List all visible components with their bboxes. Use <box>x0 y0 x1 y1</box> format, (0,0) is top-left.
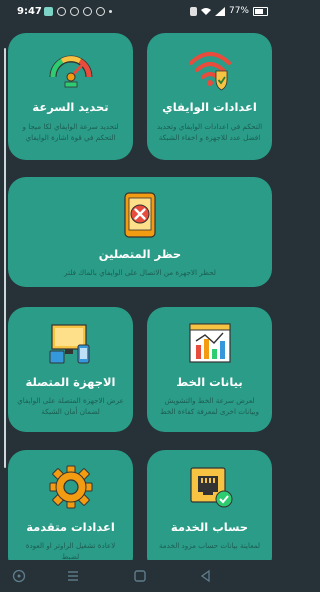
ethernet-port-icon <box>187 464 235 514</box>
notification-icons <box>44 7 112 16</box>
advanced-settings-card[interactable]: اعدادات متقدمة لاعادة تشغيل الراوتر او ا… <box>8 450 133 575</box>
service-account-card[interactable]: حساب الخدمة لمعاينة بيانات حساب مزود الخ… <box>147 450 272 575</box>
card-title: بيانات الخط <box>176 375 243 389</box>
sync-icon <box>83 7 92 16</box>
system-icons: 77% <box>189 6 268 16</box>
card-title: حساب الخدمة <box>170 520 249 534</box>
card-title: اعدادات الوايفاي <box>162 100 257 114</box>
recent-apps-button[interactable] <box>66 569 80 583</box>
gear-icon <box>48 464 94 514</box>
connected-devices-card[interactable]: الاجهزة المتصلة عرض الاجهزة المتصلة على … <box>8 307 133 432</box>
card-description: التحكم في اعدادات الوايفاي وتحديد افضل ع… <box>156 122 263 142</box>
block-users-card[interactable]: حظر المتصلين لحظر الاجهزة من الاتصال على… <box>8 177 272 287</box>
status-time: 9:47 <box>17 6 42 17</box>
card-description: لحظر الاجهزة من الاتصال على الوايفاي بال… <box>64 268 216 277</box>
whatsapp-icon <box>57 7 66 16</box>
wifi-shield-icon <box>187 47 233 95</box>
more-notifications-dot <box>109 10 112 13</box>
card-title: تحديد السرعة <box>32 100 109 114</box>
line-chart-icon <box>187 321 233 371</box>
line-data-card[interactable]: بيانات الخط لعرض سرعة الخط والتشويش وبيا… <box>147 307 272 432</box>
status-bar: 9:47 77% <box>0 0 280 26</box>
card-title: اعدادات متقدمة <box>26 520 115 534</box>
battery-percent: 77% <box>228 6 249 16</box>
speed-limit-card[interactable]: تحديد السرعة لتحديد سرعة الوايفاي لكا مي… <box>8 33 133 160</box>
card-description: لمعاينة بيانات حساب مزود الخدمة <box>158 541 261 550</box>
person-icon <box>70 7 79 16</box>
wifi-settings-card[interactable]: اعدادات الوايفاي التحكم في اعدادات الواي… <box>147 33 272 160</box>
battery-icon <box>253 6 268 16</box>
app-notification-icon <box>44 7 53 16</box>
card-title: حظر المتصلين <box>98 247 182 261</box>
signal-icon <box>214 6 225 16</box>
messenger-icon <box>96 7 105 16</box>
home-button[interactable] <box>133 569 147 583</box>
phone-block-icon <box>120 191 160 243</box>
devices-icon <box>48 321 94 371</box>
card-description: عرض الاجهزة المتصلة على الوايفاي لضمان أ… <box>17 396 124 416</box>
scrollbar[interactable] <box>4 48 6 468</box>
card-description: لعرض سرعة الخط والتشويش وبيانات اخرى لمع… <box>159 396 260 416</box>
alarm-icon <box>189 6 197 16</box>
card-title: الاجهزة المتصلة <box>25 375 116 389</box>
card-description: لتحديد سرعة الوايفاي لكا ميجا و التحكم ف… <box>22 122 119 142</box>
navigation-bar <box>0 560 280 592</box>
wifi-status-icon <box>200 8 211 15</box>
card-description: لاعادة تشغيل الراوتر او العودة لضبط <box>25 541 116 561</box>
back-button[interactable] <box>199 569 213 583</box>
accessibility-icon[interactable] <box>12 569 26 583</box>
speedometer-icon <box>48 47 94 95</box>
